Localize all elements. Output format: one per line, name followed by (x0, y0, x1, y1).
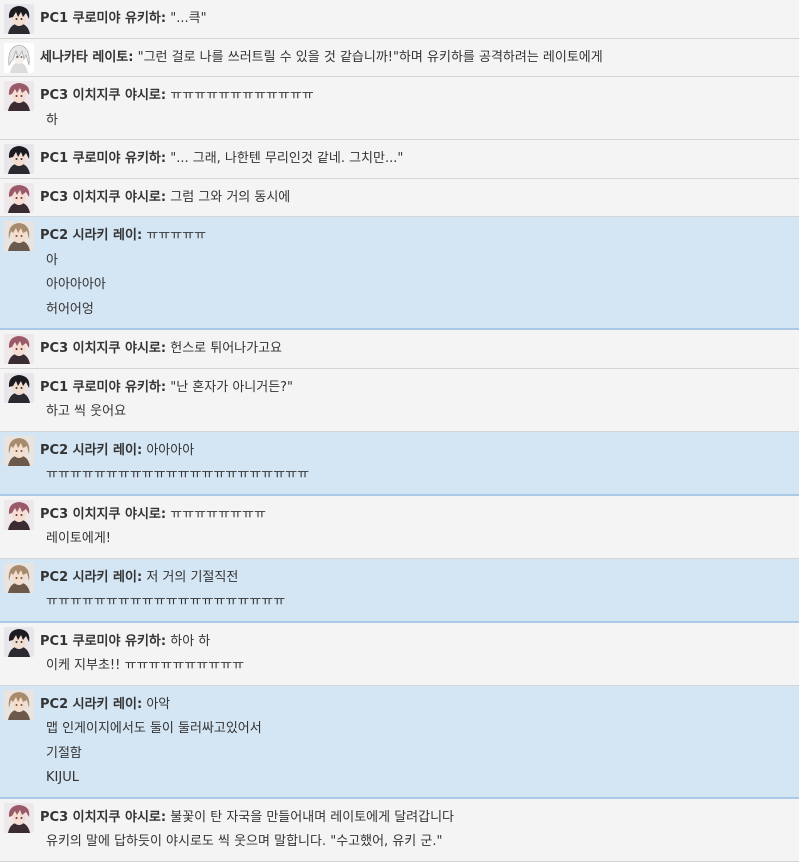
message-first-line: PC1 쿠로미야 유키하: "... 그래, 나한텐 무리인것 같네. 그치만.… (40, 147, 791, 172)
message-continuation-line: 맵 인게이지에서도 둘이 둘러싸고있어서 (40, 717, 791, 742)
message-text: 그럼 그와 거의 동시에 (170, 189, 291, 205)
pc1-avatar-icon (4, 626, 34, 657)
chat-message: PC3 이치지쿠 야시로: ㅠㅠㅠㅠㅠㅠㅠㅠ 레이토에게! (0, 495, 799, 559)
chat-message: PC1 쿠로미야 유키하: "...큭" (0, 0, 799, 39)
speaker-name: PC1 쿠로미야 유키하: (40, 151, 167, 166)
message-continuation-line: KIJUL (40, 766, 791, 791)
pc3-avatar-icon (4, 802, 34, 833)
pc1-avatar-icon (4, 372, 34, 403)
message-text: 맵 인게이지에서도 둘이 둘러싸고있어서 (46, 721, 262, 736)
message-text: 아아아아아 (46, 277, 106, 292)
message-text: "그런 걸로 나를 쓰러트릴 수 있을 것 같습니까!"하며 유키하를 공격하려… (137, 49, 603, 65)
chat-message: PC2 시라키 레이: ㅠㅠㅠㅠㅠ 아 아아아아아 허어어엉 (0, 217, 799, 330)
message-first-line: PC3 이치지쿠 야시로: 불꽃이 탄 자국을 만들어내며 레이토에게 달려갑니… (40, 806, 791, 831)
pc1-avatar-icon (4, 4, 34, 34)
message-first-line: PC1 쿠로미야 유키하: "...큭" (40, 7, 791, 32)
message-text: 레이토에게! (46, 531, 112, 546)
message-continuation-line: 이케 지부초!! ㅠㅠㅠㅠㅠㅠㅠㅠㅠㅠ (40, 654, 791, 679)
message-text: ㅠㅠㅠㅠㅠㅠㅠㅠㅠㅠㅠㅠㅠㅠㅠㅠㅠㅠㅠㅠㅠㅠ (46, 467, 310, 482)
message-text: "...큭" (170, 11, 207, 26)
message-text: 이케 지부초!! ㅠㅠㅠㅠㅠㅠㅠㅠㅠㅠ (46, 658, 245, 673)
message-first-line: PC2 시라키 레이: 아악 (40, 693, 791, 718)
message-first-line: PC3 이치지쿠 야시로: ㅠㅠㅠㅠㅠㅠㅠㅠ (40, 503, 791, 528)
message-text: 하고 씩 웃어요 (46, 404, 127, 419)
message-first-line: PC2 시라키 레이: ㅠㅠㅠㅠㅠ (40, 224, 791, 249)
pc1-avatar-icon (4, 144, 34, 174)
pc2-avatar-icon (4, 435, 34, 466)
message-continuation-line: 허어어엉 (40, 298, 791, 323)
message-text: KIJUL (46, 770, 79, 785)
message-text: ㅠㅠㅠㅠㅠㅠㅠㅠㅠㅠㅠㅠ (170, 88, 314, 103)
speaker-name: PC2 시라키 레이: (40, 696, 143, 712)
speaker-name: 세나카타 레이토: (40, 49, 134, 65)
message-continuation-line: ㅠㅠㅠㅠㅠㅠㅠㅠㅠㅠㅠㅠㅠㅠㅠㅠㅠㅠㅠㅠㅠㅠ (40, 463, 791, 488)
chat-message: PC2 시라키 레이: 저 거의 기절직전 ㅠㅠㅠㅠㅠㅠㅠㅠㅠㅠㅠㅠㅠㅠㅠㅠㅠㅠㅠ… (0, 558, 799, 623)
message-text: 기절함 (46, 745, 82, 761)
message-text: ㅠㅠㅠㅠㅠㅠㅠㅠㅠㅠㅠㅠㅠㅠㅠㅠㅠㅠㅠㅠ (46, 594, 286, 609)
pc3-avatar-icon (4, 81, 34, 111)
chat-message: PC1 쿠로미야 유키하: "... 그래, 나한텐 무리인것 같네. 그치만.… (0, 140, 799, 179)
message-first-line: PC3 이치지쿠 야시로: 헌스로 튀어나가고요 (40, 337, 791, 362)
chat-message: PC1 쿠로미야 유키하: 하아 하이케 지부초!! ㅠㅠㅠㅠㅠㅠㅠㅠㅠㅠ (0, 622, 799, 686)
message-text: 아 (46, 252, 58, 268)
chat-message: PC2 시라키 레이: 아아아아 ㅠㅠㅠㅠㅠㅠㅠㅠㅠㅠㅠㅠㅠㅠㅠㅠㅠㅠㅠㅠㅠㅠ (0, 431, 799, 496)
speaker-name: PC1 쿠로미야 유키하: (40, 379, 167, 395)
message-text: "난 혼자가 아니거든?" (170, 379, 294, 395)
pc2-avatar-icon (4, 689, 34, 720)
pc2-avatar-icon (4, 221, 34, 251)
message-text: 저 거의 기절직전 (146, 569, 239, 585)
pc3-avatar-icon (4, 334, 34, 364)
pc3-avatar-icon (4, 182, 34, 213)
speaker-name: PC3 이치지쿠 야시로: (40, 506, 167, 522)
speaker-name: PC1 쿠로미야 유키하: (40, 11, 167, 26)
message-text: "... 그래, 나한텐 무리인것 같네. 그치만..." (170, 151, 404, 166)
chat-message: PC3 이치지쿠 야시로: 불꽃이 탄 자국을 만들어내며 레이토에게 달려갑니… (0, 798, 799, 862)
message-first-line: 세나카타 레이토: "그런 걸로 나를 쓰러트릴 수 있을 것 같습니까!"하며… (40, 46, 791, 71)
chat-log: PC1 쿠로미야 유키하: "...큭" 세나카타 레이토: "그런 걸로 나를 … (0, 0, 799, 862)
message-continuation-line: ㅠㅠㅠㅠㅠㅠㅠㅠㅠㅠㅠㅠㅠㅠㅠㅠㅠㅠㅠㅠ (40, 590, 791, 615)
message-text: 아아아아 (146, 442, 195, 458)
message-first-line: PC2 시라키 레이: 저 거의 기절직전 (40, 566, 791, 591)
message-continuation-line: 기절함 (40, 742, 791, 767)
message-text: 아악 (146, 696, 171, 712)
chat-message: 세나카타 레이토: "그런 걸로 나를 쓰러트릴 수 있을 것 같습니까!"하며… (0, 38, 799, 77)
chat-message: PC3 이치지쿠 야시로: 그럼 그와 거의 동시에 (0, 178, 799, 217)
message-first-line: PC2 시라키 레이: 아아아아 (40, 439, 791, 464)
reito-avatar-icon (4, 42, 34, 73)
message-first-line: PC1 쿠로미야 유키하: 하아 하 (40, 630, 791, 655)
message-first-line: PC1 쿠로미야 유키하: "난 혼자가 아니거든?" (40, 376, 791, 401)
message-continuation-line: 아 (40, 249, 791, 274)
message-text: ㅠㅠㅠㅠㅠ (146, 228, 207, 243)
message-text: 유키의 말에 답하듯이 야시로도 씩 웃으며 말합니다. "수고했어, 유키 군… (46, 834, 443, 849)
message-text: 하 (46, 112, 58, 128)
message-text: ㅠㅠㅠㅠㅠㅠㅠㅠ (170, 506, 266, 522)
chat-message: PC3 이치지쿠 야시로: 헌스로 튀어나가고요 (0, 330, 799, 369)
speaker-name: PC2 시라키 레이: (40, 569, 143, 585)
message-continuation-line: 아아아아아 (40, 273, 791, 298)
speaker-name: PC2 시라키 레이: (40, 228, 143, 243)
message-continuation-line: 레이토에게! (40, 527, 791, 552)
message-text: 허어어엉 (46, 301, 94, 317)
message-continuation-line: 하 (40, 109, 791, 134)
message-continuation-line: 유키의 말에 답하듯이 야시로도 씩 웃으며 말합니다. "수고했어, 유키 군… (40, 830, 791, 855)
message-text: 하아 하 (170, 633, 211, 649)
speaker-name: PC1 쿠로미야 유키하: (40, 633, 167, 649)
pc3-avatar-icon (4, 499, 34, 530)
message-text: 불꽃이 탄 자국을 만들어내며 레이토에게 달려갑니다 (170, 809, 455, 825)
speaker-name: PC3 이치지쿠 야시로: (40, 88, 167, 103)
message-continuation-line: 하고 씩 웃어요 (40, 400, 791, 425)
speaker-name: PC3 이치지쿠 야시로: (40, 189, 167, 205)
chat-message: PC1 쿠로미야 유키하: "난 혼자가 아니거든?" 하고 씩 웃어요 (0, 368, 799, 432)
pc2-avatar-icon (4, 562, 34, 593)
speaker-name: PC3 이치지쿠 야시로: (40, 341, 167, 356)
chat-message: PC2 시라키 레이: 아악맵 인게이지에서도 둘이 둘러싸고있어서기절함 KIJ… (0, 685, 799, 799)
message-text: 헌스로 튀어나가고요 (170, 341, 283, 356)
message-first-line: PC3 이치지쿠 야시로: ㅠㅠㅠㅠㅠㅠㅠㅠㅠㅠㅠㅠ (40, 84, 791, 109)
speaker-name: PC3 이치지쿠 야시로: (40, 809, 167, 825)
speaker-name: PC2 시라키 레이: (40, 442, 143, 458)
message-first-line: PC3 이치지쿠 야시로: 그럼 그와 거의 동시에 (40, 186, 791, 211)
chat-message: PC3 이치지쿠 야시로: ㅠㅠㅠㅠㅠㅠㅠㅠㅠㅠㅠㅠ 하 (0, 77, 799, 140)
